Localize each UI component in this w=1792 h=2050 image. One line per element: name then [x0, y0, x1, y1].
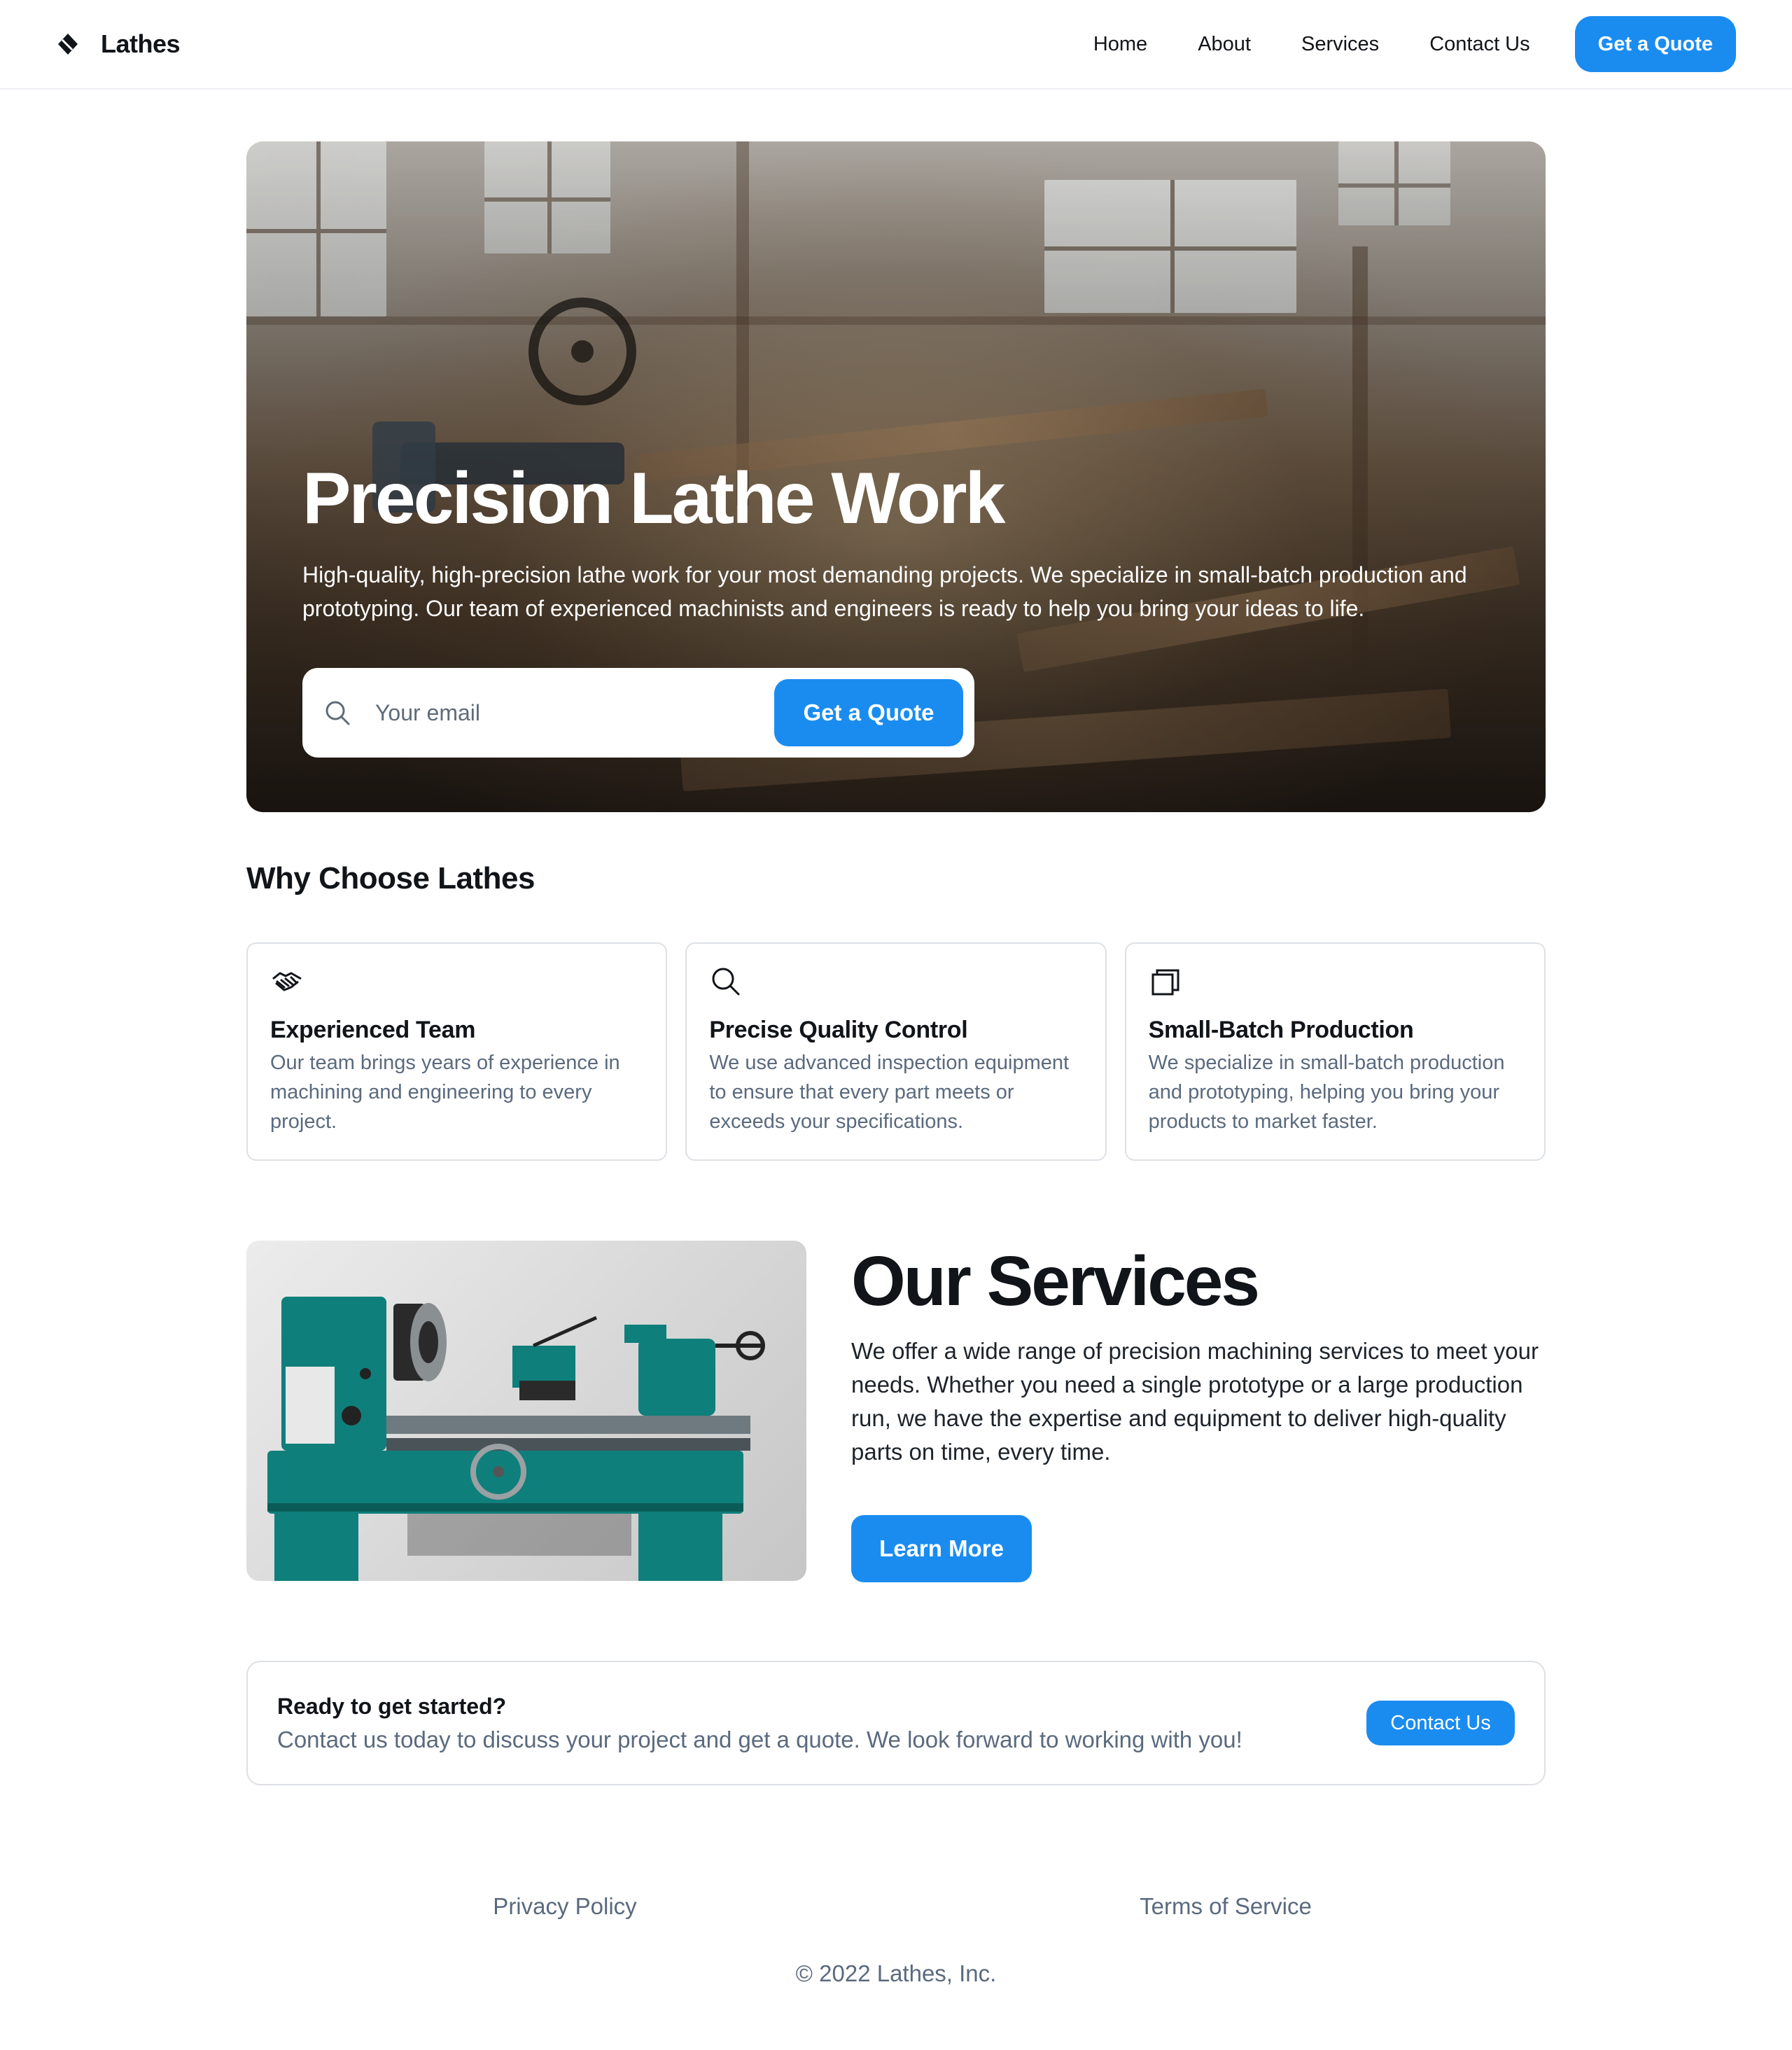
copyright: © 2022 Lathes, Inc. — [795, 1960, 997, 1986]
terms-of-service-link[interactable]: Terms of Service — [1140, 1893, 1312, 1920]
feature-text: Our team brings years of experience in m… — [270, 1052, 620, 1133]
site-header: Lathes Home About Services Contact Us Ge… — [0, 0, 1792, 90]
cta-title: Ready to get started? — [277, 1693, 507, 1719]
nav-services[interactable]: Services — [1301, 33, 1379, 56]
brand[interactable]: Lathes — [56, 29, 181, 59]
brand-name: Lathes — [101, 29, 181, 58]
cta-banner: Ready to get started? Contact us today t… — [246, 1661, 1546, 1785]
why-section-title: Why Choose Lathes — [246, 861, 536, 895]
hero-content: Precision Lathe Work High-quality, high-… — [302, 458, 1506, 625]
email-input[interactable] — [375, 699, 767, 726]
lathe-machine-image — [246, 1241, 806, 1581]
learn-more-button[interactable]: Learn More — [851, 1515, 1032, 1582]
services-description: We offer a wide range of precision machi… — [851, 1338, 1539, 1465]
nav-contact-us[interactable]: Contact Us — [1429, 33, 1530, 56]
logo-icon — [58, 34, 78, 55]
nav-home[interactable]: Home — [1093, 33, 1147, 56]
feature-text: We use advanced inspection equipment to … — [709, 1052, 1070, 1133]
feature-title: Small-Batch Production — [1148, 1017, 1414, 1043]
main-nav: Home About Services Contact Us — [1093, 33, 1530, 56]
hero-title: Precision Lathe Work — [302, 458, 1005, 539]
feature-title: Precise Quality Control — [709, 1017, 968, 1043]
email-signup-form: Get a Quote — [302, 668, 974, 758]
feature-title: Experienced Team — [270, 1017, 476, 1043]
cta-text: Contact us today to discuss your project… — [277, 1726, 1242, 1752]
search-icon — [712, 968, 740, 996]
handshake-icon — [272, 972, 302, 991]
search-icon — [326, 701, 350, 725]
feature-card: Precise Quality Control We use advanced … — [685, 942, 1107, 1161]
lathe-illustration — [267, 1297, 765, 1581]
privacy-policy-link[interactable]: Privacy Policy — [493, 1893, 636, 1920]
hero-get-quote-button[interactable]: Get a Quote — [774, 679, 963, 746]
header-get-quote-button[interactable]: Get a Quote — [1574, 16, 1736, 72]
nav-about[interactable]: About — [1198, 33, 1251, 56]
services-title: Our Services — [851, 1242, 1260, 1320]
feature-card: Small-Batch Production We specialize in … — [1124, 942, 1546, 1161]
features-list: Experienced Team Our team brings years o… — [246, 942, 1546, 1161]
feature-card: Experienced Team Our team brings years o… — [246, 942, 668, 1161]
hero-banner: Precision Lathe Work High-quality, high-… — [246, 141, 1546, 812]
feature-text: We specialize in small-batch production … — [1148, 1052, 1505, 1133]
cta-copy: Ready to get started? Contact us today t… — [277, 1694, 1242, 1753]
contact-us-button[interactable]: Contact Us — [1366, 1701, 1515, 1745]
copy-icon — [1152, 969, 1180, 996]
hero-subtitle: High-quality, high-precision lathe work … — [302, 562, 1467, 622]
